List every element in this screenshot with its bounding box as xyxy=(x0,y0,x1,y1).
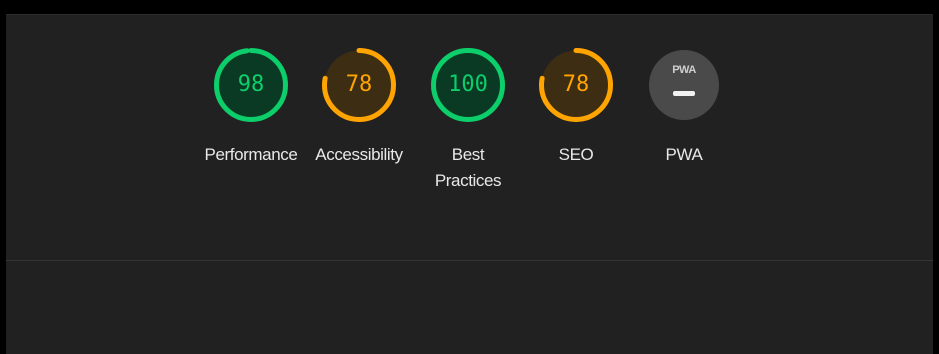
gauge-best-practices[interactable]: 100 Best Practices xyxy=(418,48,518,194)
gauge-pwa[interactable]: PWA PWA xyxy=(634,48,734,168)
gauge-label-performance: Performance xyxy=(204,145,298,164)
seo-score-ring: 78 xyxy=(539,48,613,122)
performance-score-value: 98 xyxy=(237,72,265,97)
best-practices-score-value: 100 xyxy=(448,72,488,97)
gauge-label-accessibility: Accessibility xyxy=(315,145,403,164)
best-practices-score-ring: 100 xyxy=(431,48,505,122)
performance-score-ring: 98 xyxy=(214,48,288,122)
pwa-badge-text: PWA xyxy=(672,64,696,76)
top-divider xyxy=(6,14,933,15)
gauge-accessibility[interactable]: 78 Accessibility xyxy=(309,48,409,168)
pwa-badge-icon: PWA xyxy=(649,50,719,120)
lighthouse-report-panel: 98 Performance 78 Accessibility 100 Best… xyxy=(6,14,933,354)
gauge-label-seo: SEO xyxy=(558,145,594,164)
gauge-label-best-practices: Best Practices xyxy=(434,145,502,190)
seo-score-value: 78 xyxy=(562,72,590,97)
gauge-seo[interactable]: 78 SEO xyxy=(526,48,626,168)
accessibility-score-value: 78 xyxy=(345,72,373,97)
section-divider xyxy=(6,260,933,261)
gauge-label-pwa: PWA xyxy=(665,145,703,164)
accessibility-score-ring: 78 xyxy=(322,48,396,122)
gauge-performance[interactable]: 98 Performance xyxy=(201,48,301,168)
pwa-dash-icon xyxy=(673,91,695,96)
